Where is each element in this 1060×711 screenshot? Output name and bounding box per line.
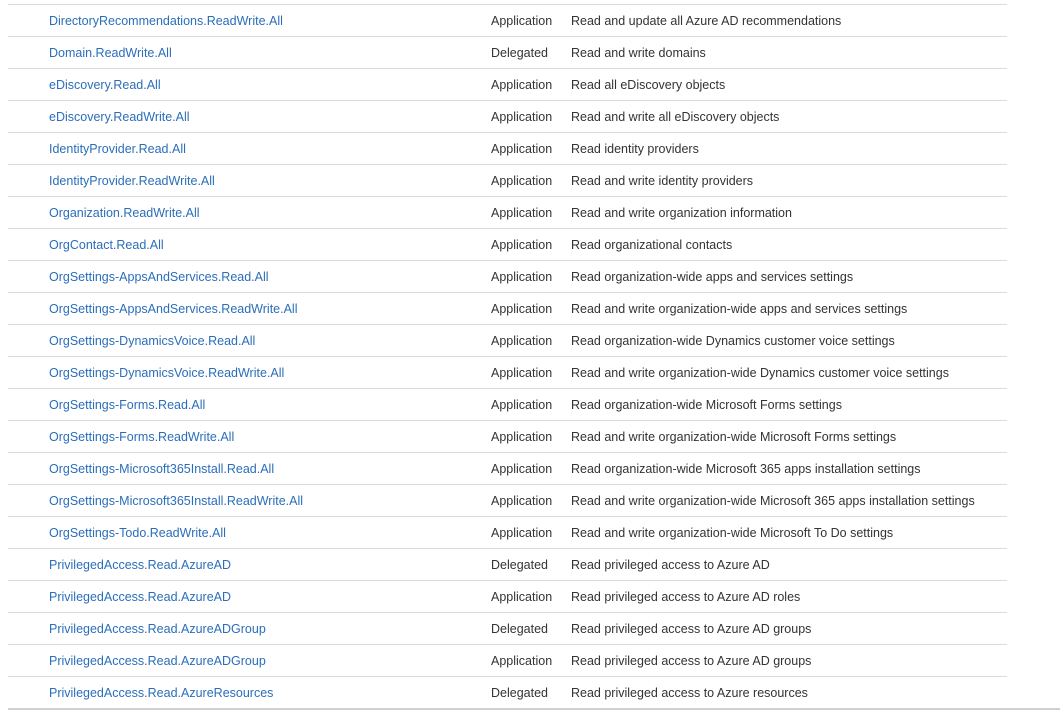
table-row: OrgSettings-Forms.Read.All Application Rea… [8, 389, 1007, 421]
permission-description: Read and write organization-wide Microso… [571, 493, 975, 508]
permission-description: Read privileged access to Azure AD [571, 557, 770, 572]
permission-description: Read and update all Azure AD recommendat… [571, 13, 842, 28]
permission-name-link[interactable]: Domain.ReadWrite.All [49, 46, 172, 60]
table-row: eDiscovery.Read.All Application Read all e… [8, 69, 1007, 101]
table-row: PrivilegedAccess.Read.AzureAD Delegated Re… [8, 549, 1007, 581]
table-row: PrivilegedAccess.Read.AzureADGroup Delega… [8, 613, 1007, 645]
permission-description: Read identity providers [571, 141, 699, 156]
permission-description: Read organizational contacts [571, 237, 733, 252]
table-row: PrivilegedAccess.Read.AzureResources Dele… [8, 677, 1007, 709]
permission-type: Delegated [491, 685, 548, 700]
table-row: OrgSettings-DynamicsVoice.Read.All Applic… [8, 325, 1007, 357]
permission-type: Application [491, 397, 553, 412]
permission-name-link[interactable]: PrivilegedAccess.Read.AzureAD [49, 558, 231, 572]
permission-type: Application [491, 461, 553, 476]
permission-name-link[interactable]: OrgSettings-AppsAndServices.Read.All [49, 270, 269, 284]
permission-type: Delegated [491, 557, 548, 572]
permission-name-link[interactable]: OrgSettings-Todo.ReadWrite.All [49, 526, 226, 540]
permission-type: Application [491, 333, 553, 348]
permission-description: Read privileged access to Azure AD group… [571, 621, 812, 636]
permission-type: Application [491, 109, 553, 124]
table-row: Organization.ReadWrite.All Application Rea… [8, 197, 1007, 229]
permission-type: Application [491, 205, 553, 220]
permission-type: Application [491, 525, 553, 540]
permission-description: Read organization-wide apps and services… [571, 269, 854, 284]
permission-type: Delegated [491, 45, 548, 60]
permission-name-link[interactable]: OrgSettings-Forms.Read.All [49, 398, 205, 412]
permission-name-link[interactable]: PrivilegedAccess.Read.AzureADGroup [49, 654, 266, 668]
permission-name-link[interactable]: IdentityProvider.ReadWrite.All [49, 174, 215, 188]
permission-description: Read all eDiscovery objects [571, 77, 726, 92]
permission-name-link[interactable]: eDiscovery.Read.All [49, 78, 161, 92]
table-row: OrgSettings-Microsoft365Install.Read.All… [8, 453, 1007, 485]
permission-name-link[interactable]: OrgContact.Read.All [49, 238, 164, 252]
permission-type: Application [491, 429, 553, 444]
table-row: eDiscovery.ReadWrite.All Application Read … [8, 101, 1007, 133]
permission-description: Read organization-wide Microsoft Forms s… [571, 397, 842, 412]
permission-description: Read and write organization information [571, 205, 792, 220]
permission-name-link[interactable]: PrivilegedAccess.Read.AzureResources [49, 686, 273, 700]
table-row: DirectoryRecommendations.ReadWrite.All Ap… [8, 5, 1007, 37]
permission-name-link[interactable]: OrgSettings-AppsAndServices.ReadWrite.Al… [49, 302, 298, 316]
table-bottom-divider [8, 708, 1060, 710]
permission-type: Application [491, 13, 553, 28]
permission-type: Delegated [491, 621, 548, 636]
permission-description: Read and write organization-wide Dynamic… [571, 365, 949, 380]
permission-name-link[interactable]: OrgSettings-Microsoft365Install.ReadWrit… [49, 494, 303, 508]
permission-name-link[interactable]: IdentityProvider.Read.All [49, 142, 186, 156]
permission-description: Read and write organization-wide apps an… [571, 301, 908, 316]
table-row: OrgContact.Read.All Application Read organ… [8, 229, 1007, 261]
permission-type: Application [491, 269, 553, 284]
permission-type: Application [491, 173, 553, 188]
permission-name-link[interactable]: OrgSettings-DynamicsVoice.Read.All [49, 334, 255, 348]
table-row: OrgSettings-Forms.ReadWrite.All Applicati… [8, 421, 1007, 453]
permission-name-link[interactable]: PrivilegedAccess.Read.AzureADGroup [49, 622, 266, 636]
table-row: OrgSettings-DynamicsVoice.ReadWrite.All A… [8, 357, 1007, 389]
table-row: OrgSettings-Microsoft365Install.ReadWrit… [8, 485, 1007, 517]
permission-name-link[interactable]: Organization.ReadWrite.All [49, 206, 200, 220]
table-row: PrivilegedAccess.Read.AzureAD Application… [8, 581, 1007, 613]
permission-type: Application [491, 653, 553, 668]
permission-description: Read and write domains [571, 45, 706, 60]
permission-description: Read privileged access to Azure AD group… [571, 653, 812, 668]
permission-description: Read organization-wide Microsoft 365 app… [571, 461, 921, 476]
permissions-table: DirectoryRecommendations.ReadWrite.All Ap… [8, 4, 1007, 709]
permission-type: Application [491, 365, 553, 380]
permission-type: Application [491, 589, 553, 604]
permission-name-link[interactable]: OrgSettings-Microsoft365Install.Read.All [49, 462, 274, 476]
permission-description: Read and write organization-wide Microso… [571, 429, 897, 444]
table-row: OrgSettings-Todo.ReadWrite.All Applicatio… [8, 517, 1007, 549]
permission-name-link[interactable]: PrivilegedAccess.Read.AzureAD [49, 590, 231, 604]
permission-description: Read organization-wide Dynamics customer… [571, 333, 895, 348]
table-row: PrivilegedAccess.Read.AzureADGroup Applic… [8, 645, 1007, 677]
permission-type: Application [491, 77, 553, 92]
table-row: OrgSettings-AppsAndServices.ReadWrite.Al… [8, 293, 1007, 325]
permission-description: Read and write all eDiscovery objects [571, 109, 780, 124]
table-row: IdentityProvider.Read.All Application Read… [8, 133, 1007, 165]
permission-type: Application [491, 141, 553, 156]
table-row: OrgSettings-AppsAndServices.Read.All Appl… [8, 261, 1007, 293]
permission-description: Read and write organization-wide Microso… [571, 525, 894, 540]
table-row: IdentityProvider.ReadWrite.All Applicatio… [8, 165, 1007, 197]
permission-name-link[interactable]: DirectoryRecommendations.ReadWrite.All [49, 14, 283, 28]
permission-name-link[interactable]: OrgSettings-DynamicsVoice.ReadWrite.All [49, 366, 284, 380]
permission-name-link[interactable]: eDiscovery.ReadWrite.All [49, 110, 190, 124]
permission-description: Read and write identity providers [571, 173, 754, 188]
permission-type: Application [491, 237, 553, 252]
permission-description: Read privileged access to Azure resource… [571, 685, 808, 700]
permission-description: Read privileged access to Azure AD roles [571, 589, 801, 604]
permission-type: Application [491, 493, 553, 508]
table-row: Domain.ReadWrite.All Delegated Read and wr… [8, 37, 1007, 69]
permission-type: Application [491, 301, 553, 316]
permission-name-link[interactable]: OrgSettings-Forms.ReadWrite.All [49, 430, 234, 444]
